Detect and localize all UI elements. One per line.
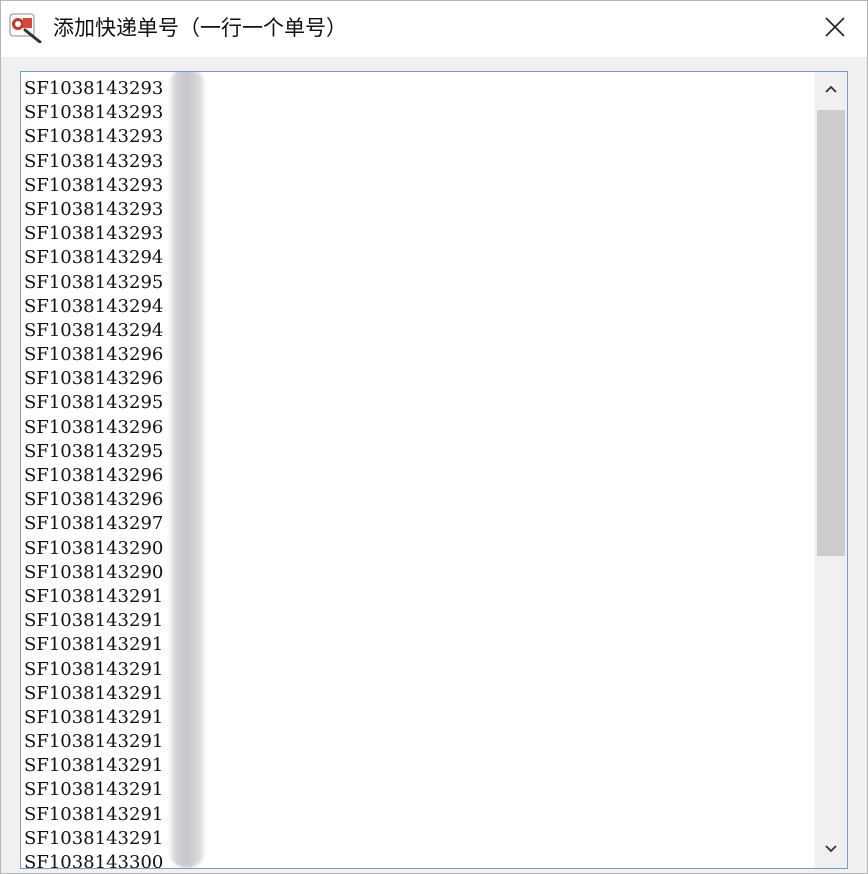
tracking-number-line: SF1038143296 <box>24 344 164 366</box>
tracking-number-line: SF1038143290 <box>24 561 164 583</box>
tracking-number-line: SF1038143291 <box>24 827 164 849</box>
tracking-number-line: SF1038143297 <box>24 513 164 535</box>
tracking-number-list: SF1038143293 SF1038143293 SF1038143293 SF10… <box>24 77 163 868</box>
scroll-down-button[interactable] <box>815 832 847 868</box>
tracking-number-line: SF1038143293 <box>24 198 164 220</box>
tracking-numbers-textarea[interactable]: SF1038143293 SF1038143293 SF1038143293 SF10… <box>20 71 848 869</box>
tracking-number-line: SF1038143291 <box>24 658 164 680</box>
close-icon <box>824 16 846 43</box>
tracking-number-line: SF1038143296 <box>24 489 164 511</box>
redaction-blur <box>168 72 206 868</box>
tracking-number-line: SF1038143294 <box>24 319 164 341</box>
tracking-number-line: SF1038143293 <box>24 174 164 196</box>
tracking-number-line: SF1038143294 <box>24 247 164 269</box>
tracking-number-line: SF1038143293 <box>24 102 164 124</box>
tracking-number-line: SF1038143291 <box>24 682 164 704</box>
tracking-number-line: SF1038143291 <box>24 779 164 801</box>
tracking-number-line: SF1038143293 <box>24 126 164 148</box>
window-title: 添加快递单号（一行一个单号） <box>53 16 347 40</box>
tracking-number-line: SF1038143291 <box>24 634 164 656</box>
tracking-number-line: SF1038143293 <box>24 78 164 99</box>
tracking-number-line: SF1038143296 <box>24 368 164 390</box>
tracking-number-line: SF1038143291 <box>24 731 164 753</box>
dialog-body: SF1038143293 SF1038143293 SF1038143293 SF10… <box>1 57 867 873</box>
tracking-number-line: SF1038143295 <box>24 271 164 293</box>
tracking-number-line: SF1038143290 <box>24 537 164 559</box>
tracking-number-line: SF1038143296 <box>24 416 164 438</box>
chevron-down-icon <box>824 841 838 859</box>
tracking-number-line: SF1038143291 <box>24 803 164 825</box>
tracking-number-line: SF1038143294 <box>24 295 164 317</box>
textarea-content[interactable]: SF1038143293 SF1038143293 SF1038143293 SF10… <box>21 72 815 868</box>
tracking-number-line: SF1038143293 <box>24 150 164 172</box>
chevron-up-icon <box>824 81 838 99</box>
vertical-scrollbar[interactable] <box>815 72 847 868</box>
tracking-number-line: SF1038143291 <box>24 585 164 607</box>
tracking-number-line: SF1038143291 <box>24 610 164 632</box>
tracking-number-line: SF1038143300 <box>24 852 164 868</box>
title-bar[interactable]: 添加快递单号（一行一个单号） <box>1 1 867 57</box>
dialog-window: 添加快递单号（一行一个单号） SF1038143293 SF1038143293 S… <box>0 0 868 874</box>
tracking-number-line: SF1038143293 <box>24 223 164 245</box>
tracking-number-line: SF1038143295 <box>24 440 164 462</box>
scroll-thumb[interactable] <box>817 110 845 556</box>
tracking-number-line: SF1038143296 <box>24 465 164 486</box>
tracking-number-line: SF1038143291 <box>24 755 164 777</box>
tracking-number-line: SF1038143291 <box>24 706 164 728</box>
app-logo-icon <box>9 13 43 44</box>
close-button[interactable] <box>807 7 863 51</box>
tracking-number-line: SF1038143295 <box>24 392 164 414</box>
scroll-up-button[interactable] <box>815 72 847 108</box>
